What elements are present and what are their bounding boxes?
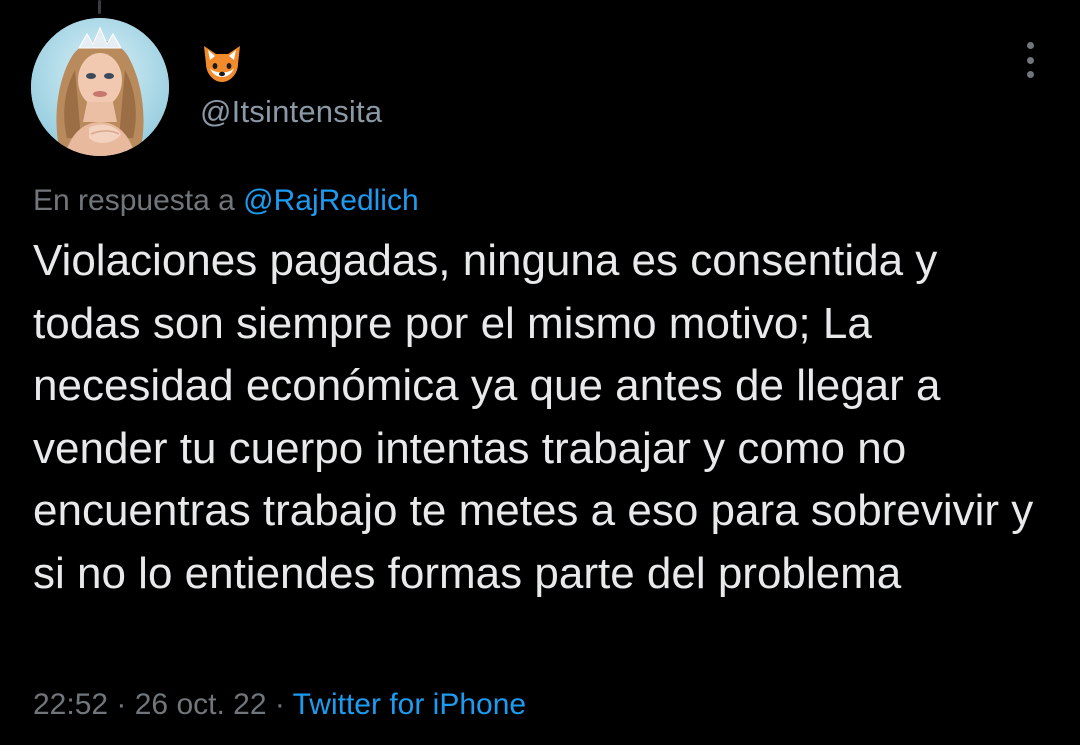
thread-connector-line xyxy=(98,0,101,14)
meta-separator: · xyxy=(266,688,293,721)
more-vertical-icon-dot xyxy=(1026,71,1034,78)
reply-prefix: En respuesta a xyxy=(33,184,235,217)
tweet: @Itsintensita En respuesta a @RajRedlich… xyxy=(0,0,1080,745)
avatar-image xyxy=(31,18,169,156)
avatar[interactable] xyxy=(31,18,169,156)
tweet-date[interactable]: 26 oct. 22 xyxy=(135,688,267,721)
more-options-button[interactable] xyxy=(1010,38,1050,82)
reply-context: En respuesta a @RajRedlich xyxy=(33,184,419,218)
display-name[interactable] xyxy=(198,40,246,88)
reply-mention-link[interactable]: @RajRedlich xyxy=(243,184,419,217)
more-vertical-icon-dot xyxy=(1026,56,1034,64)
fox-face-icon xyxy=(204,46,240,82)
tweet-time[interactable]: 22:52 xyxy=(33,688,108,721)
more-vertical-icon xyxy=(1026,42,1034,49)
tweet-text: Violaciones pagadas, ninguna es consenti… xyxy=(33,236,1046,598)
tweet-source-link[interactable]: Twitter for iPhone xyxy=(293,688,526,721)
author-handle[interactable]: @Itsintensita xyxy=(200,94,382,130)
tweet-meta: 22:52 · 26 oct. 22 · Twitter for iPhone xyxy=(33,688,526,722)
meta-separator: · xyxy=(108,688,135,721)
